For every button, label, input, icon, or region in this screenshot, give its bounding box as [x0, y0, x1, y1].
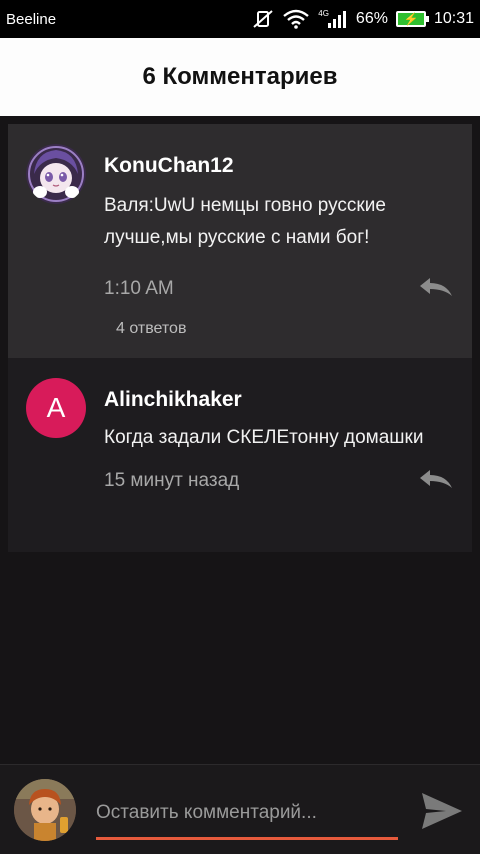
- avatar[interactable]: [26, 144, 86, 204]
- wifi-icon: [282, 9, 310, 29]
- anime-avatar-icon: [26, 144, 86, 204]
- avatar[interactable]: A: [26, 378, 86, 438]
- send-button[interactable]: [420, 791, 464, 831]
- status-icons: 4G 66% ⚡ 10:31: [252, 9, 474, 29]
- comment-text: Валя:UwU немцы говно русские лучше,мы ру…: [104, 195, 386, 248]
- avatar-letter: A: [46, 392, 66, 423]
- page-title: 6 Комментариев: [142, 63, 338, 90]
- comment-input[interactable]: [96, 793, 398, 833]
- comment-item[interactable]: KonuChan12 Валя:UwU немцы говно русские …: [8, 124, 472, 358]
- comments-screen: Beeline 4G 66% ⚡ 10:31 6 Комментариев Ko…: [0, 0, 480, 854]
- comment-author[interactable]: Alinchikhaker: [104, 388, 454, 412]
- user-avatar-icon: [14, 779, 76, 841]
- comment-meta: 15 минут назад: [104, 470, 454, 494]
- input-underline: [96, 837, 398, 840]
- network-type: 4G: [318, 8, 329, 18]
- comment-time: 15 минут назад: [104, 470, 240, 491]
- header: 6 Комментариев: [0, 38, 480, 116]
- comment-author[interactable]: KonuChan12: [104, 154, 454, 178]
- reply-icon[interactable]: [418, 276, 454, 300]
- comment-text: Когда задали СКЕЛЕтонну домашки: [104, 427, 424, 448]
- battery-percent: 66%: [355, 10, 388, 27]
- carrier-name: Beeline: [6, 10, 57, 28]
- battery-icon: ⚡: [395, 11, 429, 27]
- vibrate-off-icon: [252, 9, 274, 29]
- comment-input-bar: [0, 764, 480, 854]
- status-bar: Beeline 4G 66% ⚡ 10:31: [0, 0, 480, 38]
- signal-icon: 4G: [318, 9, 348, 29]
- replies-count-link[interactable]: 4 ответов: [116, 320, 454, 338]
- user-avatar[interactable]: [14, 779, 76, 841]
- comment-meta: 1:10 AM: [104, 278, 454, 302]
- reply-icon[interactable]: [418, 468, 454, 492]
- comment-time: 1:10 AM: [104, 278, 174, 299]
- comment-item[interactable]: A Alinchikhaker Когда задали СКЕЛЕтонну …: [8, 358, 472, 552]
- clock: 10:31: [433, 10, 474, 27]
